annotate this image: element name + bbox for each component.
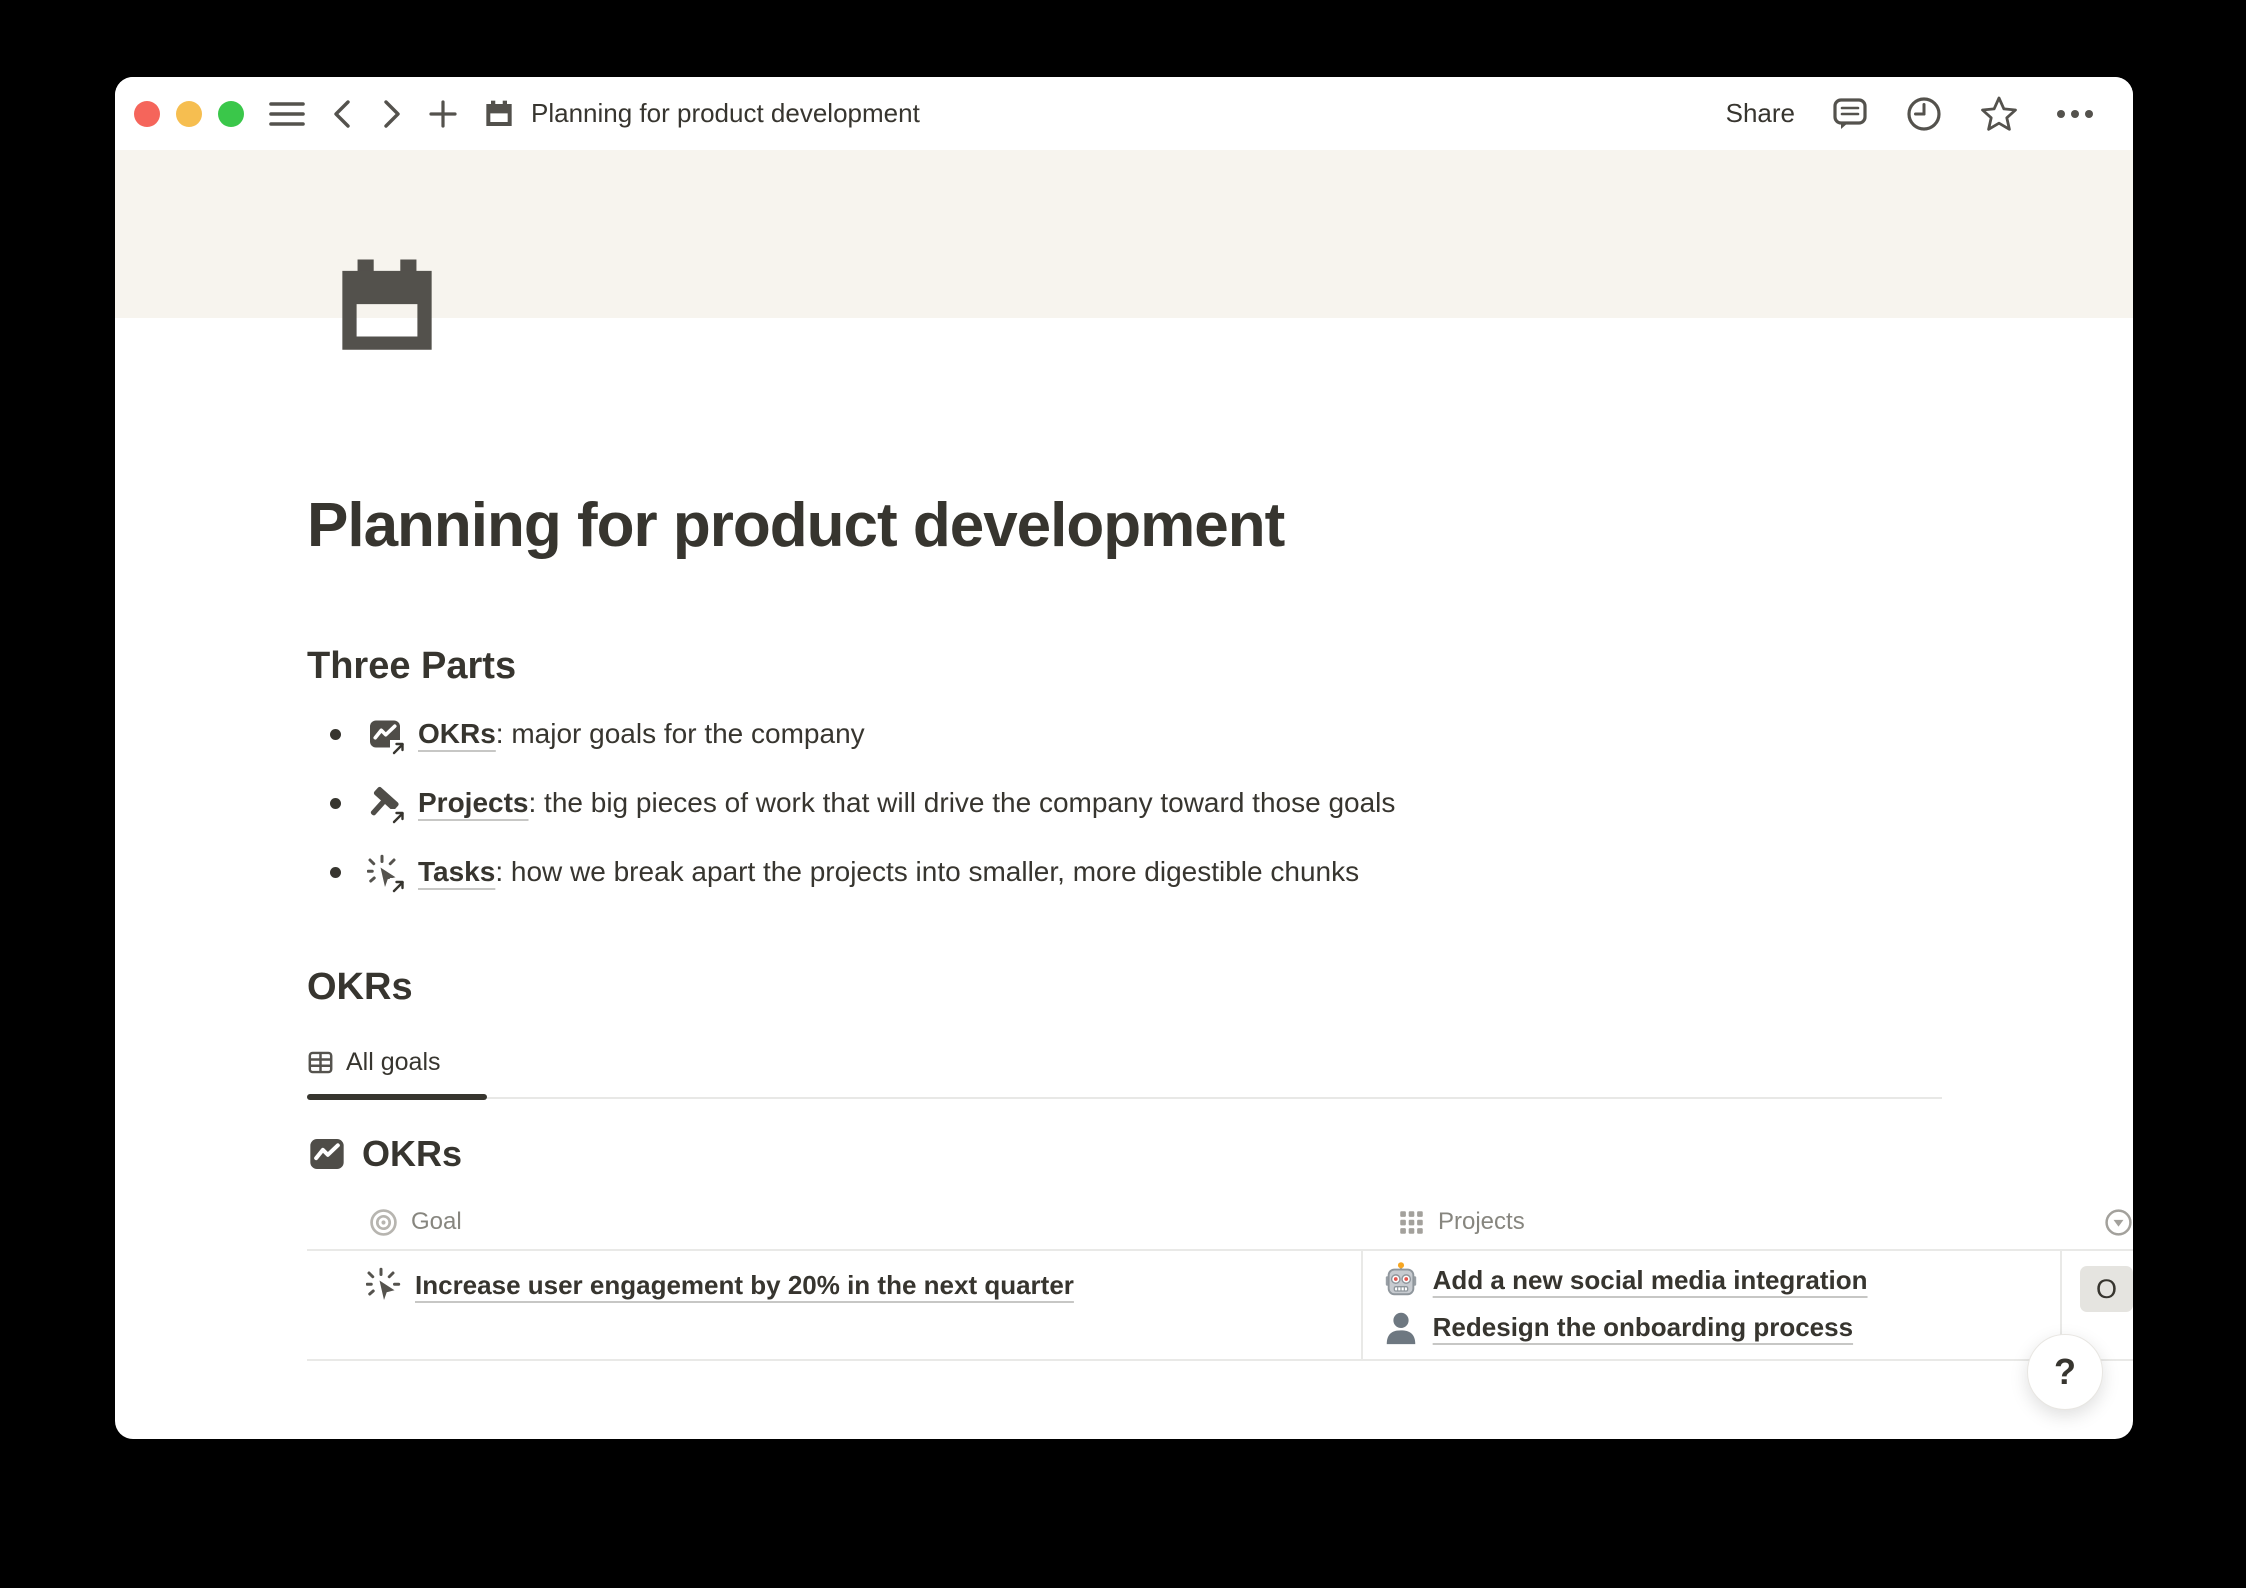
project-page-link[interactable]: Add a new social media integration (1433, 1265, 1868, 1296)
linked-database-title[interactable]: OKRs (307, 1133, 2133, 1175)
back-icon[interactable] (331, 98, 353, 130)
link-arrow-icon (390, 740, 407, 757)
minimize-window-button[interactable] (176, 101, 202, 127)
sidebar-menu-icon[interactable] (269, 98, 305, 130)
breadcrumb-page-title[interactable]: Planning for product development (531, 98, 920, 129)
okrs-page-link[interactable]: OKRs (418, 718, 496, 749)
okrs-table: Goal Projects Increase user engagement b… (307, 1195, 2133, 1361)
page-content: Planning for product development Three P… (115, 318, 2133, 1361)
project-page-link[interactable]: Redesign the onboarding process (1433, 1312, 1853, 1343)
column-header-label: Projects (1438, 1208, 1525, 1236)
heading-okrs[interactable]: OKRs (307, 966, 2133, 1009)
list-item: OKRs: major goals for the company (307, 716, 2133, 752)
forward-icon[interactable] (381, 98, 403, 130)
goal-cell[interactable]: Increase user engagement by 20% in the n… (307, 1251, 1363, 1359)
list-item-text: Projects: the big pieces of work that wi… (418, 787, 1395, 819)
link-arrow-icon (390, 809, 407, 826)
table-view-icon (307, 1049, 334, 1076)
column-header-goal[interactable]: Goal (307, 1208, 1378, 1237)
hammer-link-icon (367, 785, 403, 821)
three-parts-list: OKRs: major goals for the company Projec… (307, 716, 2133, 890)
robot-emoji (1382, 1261, 1420, 1299)
projects-page-link[interactable]: Projects (418, 787, 529, 818)
page-calendar-icon (483, 98, 515, 130)
list-item-text: Tasks: how we break apart the projects i… (418, 856, 1359, 888)
share-button[interactable]: Share (1726, 98, 1795, 129)
zoom-window-button[interactable] (218, 101, 244, 127)
list-item: Tasks: how we break apart the projects i… (307, 854, 2133, 890)
close-window-button[interactable] (134, 101, 160, 127)
goal-page-link[interactable]: Increase user engagement by 20% in the n… (415, 1270, 1074, 1301)
titlebar: Planning for product development Share (115, 77, 2133, 150)
projects-cell[interactable]: Add a new social media integration Redes… (1363, 1251, 2062, 1359)
list-item-rest: : major goals for the company (496, 718, 865, 749)
comments-icon[interactable] (1831, 95, 1869, 133)
grid-icon (1398, 1209, 1425, 1236)
database-title-text: OKRs (362, 1133, 462, 1175)
list-item-rest: : the big pieces of work that will drive… (529, 787, 1396, 818)
chart-box-link-icon (367, 716, 403, 752)
tab-all-goals[interactable]: All goals (307, 1048, 487, 1097)
column-header-projects[interactable]: Projects (1378, 1208, 2088, 1236)
updates-clock-icon[interactable] (1905, 95, 1943, 133)
page-title[interactable]: Planning for product development (307, 318, 2133, 561)
table-header-row: Goal Projects (307, 1195, 2133, 1249)
status-badge[interactable]: O (2080, 1266, 2133, 1312)
tab-label: All goals (346, 1048, 441, 1077)
table-row: Increase user engagement by 20% in the n… (307, 1249, 2133, 1361)
traffic-lights (134, 101, 244, 127)
select-chevron-circle-icon (2104, 1208, 2133, 1237)
person-silhouette-emoji (1382, 1308, 1420, 1346)
notion-window: Planning for product development Share P… (115, 77, 2133, 1439)
link-arrow-icon (390, 878, 407, 895)
tasks-page-link[interactable]: Tasks (418, 856, 495, 887)
bullet-dot (330, 867, 341, 878)
column-header-label: Goal (411, 1208, 462, 1236)
new-page-plus-icon[interactable] (429, 100, 457, 128)
help-button[interactable]: ? (2027, 1334, 2103, 1410)
list-item-rest: : how we break apart the projects into s… (495, 856, 1359, 887)
burst-link-icon (367, 854, 403, 890)
bullet-dot (330, 729, 341, 740)
favorite-star-icon[interactable] (1979, 94, 2019, 134)
chart-box-icon (307, 1134, 347, 1174)
target-icon (369, 1208, 398, 1237)
column-header-status[interactable] (2088, 1208, 2133, 1237)
burst-cursor-icon (366, 1267, 402, 1303)
list-item: Projects: the big pieces of work that wi… (307, 785, 2133, 821)
page-icon-calendar[interactable] (330, 250, 444, 364)
list-item-text: OKRs: major goals for the company (418, 718, 865, 750)
more-options-icon[interactable] (2055, 108, 2095, 120)
bullet-dot (330, 798, 341, 809)
heading-three-parts[interactable]: Three Parts (307, 645, 2133, 688)
database-view-tabs: All goals (307, 1048, 1942, 1099)
